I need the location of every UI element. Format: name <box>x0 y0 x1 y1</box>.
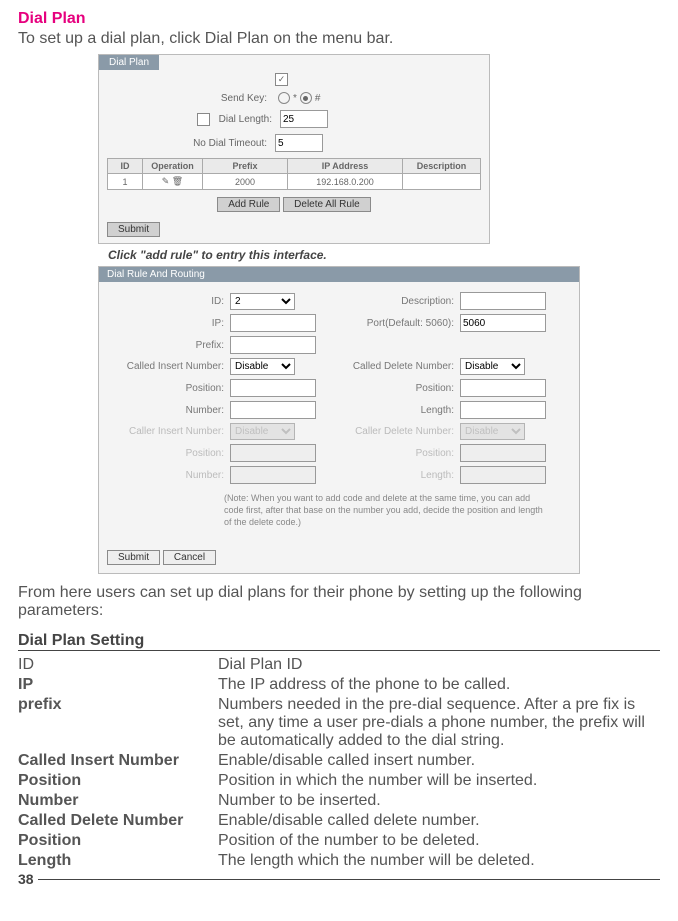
section-heading: Dial Plan Setting <box>18 632 660 651</box>
id-select[interactable]: 2 <box>230 293 295 310</box>
dial-rule-screenshot: Dial Rule And Routing ID: 2 Description:… <box>98 266 580 574</box>
called-insert-select[interactable]: Disable <box>230 358 295 375</box>
intro-text: To set up a dial plan, click Dial Plan o… <box>18 30 660 48</box>
setting-value-ip: The IP address of the phone to be called… <box>218 675 660 695</box>
setting-label-id: ID <box>18 655 218 675</box>
called-delete-select[interactable]: Disable <box>460 358 525 375</box>
called-delete-label: Called Delete Number: <box>339 361 460 372</box>
table-row: 1 ✎ 🗑 2000 192.168.0.200 <box>108 174 481 190</box>
setting-value-called-insert: Enable/disable called insert number. <box>218 751 660 771</box>
col-prefix: Prefix <box>203 159 288 174</box>
caller-delete-label: Caller Delete Number: <box>339 426 460 437</box>
setting-label-prefix: prefix <box>18 695 218 751</box>
radio-star-label: * <box>293 93 297 104</box>
no-dial-timeout-input[interactable] <box>275 134 323 152</box>
setting-label-length: Length <box>18 851 218 871</box>
caller-length-label: Length: <box>339 470 460 481</box>
caller-number-input <box>230 466 316 484</box>
description-label: Description: <box>339 296 460 307</box>
dial-rule-titlebar: Dial Rule And Routing <box>99 267 579 282</box>
dial-length-label: Dial Length: <box>210 114 280 125</box>
caller-position-label-1: Position: <box>109 448 230 459</box>
position-label-2: Position: <box>339 383 460 394</box>
delete-all-button[interactable]: Delete All Rule <box>283 197 371 212</box>
col-id: ID <box>108 159 143 174</box>
number-label: Number: <box>109 405 230 416</box>
dial-length-input[interactable] <box>280 110 328 128</box>
setting-value-position-1: Position in which the number will be ins… <box>218 771 660 791</box>
page-number: 38 <box>18 871 34 887</box>
setting-value-called-delete: Enable/disable called delete number. <box>218 811 660 831</box>
prefix-label: Prefix: <box>109 340 230 351</box>
caller-insert-label: Caller Insert Number: <box>109 426 230 437</box>
port-input[interactable] <box>460 314 546 332</box>
cell-id: 1 <box>108 174 143 190</box>
ip-label: IP: <box>109 318 230 329</box>
ip-input[interactable] <box>230 314 316 332</box>
dial-plan-table: ID Operation Prefix IP Address Descripti… <box>107 158 481 190</box>
dial-length-checkbox[interactable] <box>197 113 210 126</box>
setting-label-position-1: Position <box>18 771 218 791</box>
page-title: Dial Plan <box>18 10 660 28</box>
position-label-1: Position: <box>109 383 230 394</box>
note-text: (Note: When you want to add code and del… <box>109 486 569 534</box>
port-label: Port(Default: 5060): <box>339 318 460 329</box>
cell-description <box>403 174 481 190</box>
length-input[interactable] <box>460 401 546 419</box>
caller-insert-select: Disable <box>230 423 295 440</box>
rule-submit-button[interactable]: Submit <box>107 550 160 565</box>
col-description: Description <box>403 159 481 174</box>
id-label: ID: <box>109 296 230 307</box>
footer-divider <box>38 879 660 880</box>
dial-plan-screenshot: Dial Plan ✓ Send Key: * # Dial Length: N… <box>98 54 490 244</box>
col-ip: IP Address <box>288 159 403 174</box>
submit-button[interactable]: Submit <box>107 222 160 237</box>
setting-label-ip: IP <box>18 675 218 695</box>
cell-operation[interactable]: ✎ 🗑 <box>143 174 203 190</box>
send-key-label: Send Key: <box>107 93 275 104</box>
setting-label-number: Number <box>18 791 218 811</box>
caption-text: Click "add rule" to entry this interface… <box>108 248 660 262</box>
caller-position-input-1 <box>230 444 316 462</box>
setting-label-called-delete: Called Delete Number <box>18 811 218 831</box>
setting-value-position-2: Position of the number to be deleted. <box>218 831 660 851</box>
caller-position-input-2 <box>460 444 546 462</box>
settings-table: IDDial Plan ID IPThe IP address of the p… <box>18 655 660 871</box>
col-operation: Operation <box>143 159 203 174</box>
called-insert-label: Called Insert Number: <box>109 361 230 372</box>
add-rule-button[interactable]: Add Rule <box>217 197 280 212</box>
setting-value-id: Dial Plan ID <box>218 655 660 675</box>
number-input[interactable] <box>230 401 316 419</box>
setting-label-called-insert: Called Insert Number <box>18 751 218 771</box>
cell-prefix: 2000 <box>203 174 288 190</box>
setting-label-position-2: Position <box>18 831 218 851</box>
position-input-1[interactable] <box>230 379 316 397</box>
length-label: Length: <box>339 405 460 416</box>
send-key-radio-hash[interactable] <box>300 92 312 104</box>
position-input-2[interactable] <box>460 379 546 397</box>
caller-length-input <box>460 466 546 484</box>
description-input[interactable] <box>460 292 546 310</box>
prefix-input[interactable] <box>230 336 316 354</box>
rule-cancel-button[interactable]: Cancel <box>163 550 216 565</box>
no-dial-timeout-label: No Dial Timeout: <box>107 138 275 149</box>
setting-value-prefix: Numbers needed in the pre-dial sequence.… <box>218 695 660 751</box>
caller-delete-select: Disable <box>460 423 525 440</box>
caller-number-label: Number: <box>109 470 230 481</box>
send-key-radio-star[interactable] <box>278 92 290 104</box>
setting-value-number: Number to be inserted. <box>218 791 660 811</box>
setting-value-length: The length which the number will be dele… <box>218 851 660 871</box>
radio-hash-label: # <box>315 93 321 104</box>
caller-position-label-2: Position: <box>339 448 460 459</box>
dial-plan-tab[interactable]: Dial Plan <box>99 55 159 70</box>
paragraph-text: From here users can set up dial plans fo… <box>18 584 660 620</box>
enable-checkbox[interactable]: ✓ <box>275 73 288 86</box>
cell-ip: 192.168.0.200 <box>288 174 403 190</box>
